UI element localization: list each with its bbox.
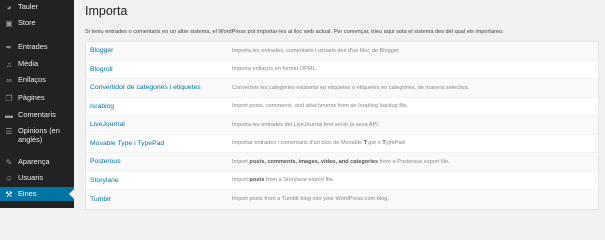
wrench-icon: ⚒ [5, 190, 13, 199]
importer-link[interactable]: Posterous [86, 158, 232, 165]
sidebar-item-label: Opinions (en anglès) [18, 126, 60, 144]
table-row: Movable Type i TypePad Importar entrades … [86, 135, 598, 153]
users-icon: ☺ [4, 174, 14, 183]
store-icon: ▣ [5, 19, 13, 28]
media-icon: ♫ [6, 60, 12, 69]
sidebar-item-label: Entrades [18, 42, 48, 51]
importer-link[interactable]: Movable Type i TypePad [86, 140, 232, 147]
importer-description: Importar entrades i comentaris d'un bloc… [232, 140, 405, 147]
sidebar-item-label: Mèdia [18, 59, 39, 68]
sidebar-item-label: Store [18, 18, 36, 27]
table-row: Posterous Import posts, comments, images,… [86, 153, 598, 172]
sidebar-item-eines[interactable]: ⚒ Eines [0, 187, 74, 201]
table-row: Tumblr Import posts from a Tumblr blog in… [86, 190, 598, 209]
importer-link[interactable]: Israblog [86, 103, 232, 110]
page-title: Importa [85, 4, 128, 18]
table-row: Blogger Importa les entrades, comentaris … [86, 42, 598, 61]
pages-icon: ❐ [5, 94, 13, 103]
sidebar-item-label: Eines [18, 189, 37, 198]
importer-link[interactable]: Convertidor de categories i etiquetes [86, 84, 232, 91]
importer-description: Converteix les categories existents en e… [232, 84, 470, 91]
admin-sidebar: ◕ Tauler ▣ Store ✒ Entrades ♫ Mèdia ∞ Enllaços ❐ Pà… [0, 0, 74, 208]
sidebar-item-tauler[interactable]: ◕ Tauler [0, 2, 74, 12]
sidebar-item-label: Tauler [18, 2, 39, 11]
importers-table: Blogger Importa les entrades, comentaris … [85, 41, 599, 210]
pin-icon: ✒ [5, 43, 13, 52]
sidebar-item-pagines[interactable]: ❐ Pàgines [0, 93, 74, 103]
importer-description: Import posts from a Storylane export fil… [232, 177, 335, 184]
opinions-icon: ☰ [5, 127, 13, 136]
sidebar-item-comentaris[interactable]: ▬ Comentaris [0, 110, 74, 120]
sidebar-item-entrades[interactable]: ✒ Entrades [0, 42, 74, 52]
table-row: Blogroll Importa enllaços en format OPML. [86, 61, 598, 79]
sidebar-item-label: Pàgines [18, 93, 45, 102]
importer-description: Importa les entrades, comentaris i usuar… [232, 47, 401, 54]
table-row: Storylane Import posts from a Storylane e… [86, 172, 598, 190]
intro-text: Si teniu entrades o comentaris en un alt… [85, 29, 504, 35]
sidebar-item-label: Enllaços [18, 75, 46, 84]
brush-icon: ✎ [5, 158, 13, 167]
importer-description: Import posts, comments, and attachments … [232, 103, 408, 110]
importer-description: Import posts from a Tumblr blog into you… [232, 196, 389, 203]
importer-link[interactable]: Blogger [86, 47, 232, 54]
sidebar-item-opinions[interactable]: ☰ Opinions (en anglès) [0, 126, 74, 145]
table-row: Israblog Import posts, comments, and atta… [86, 98, 598, 116]
importer-link[interactable]: Blogroll [86, 66, 232, 73]
importer-link[interactable]: LiveJournal [86, 121, 232, 128]
importer-description: Importa enllaços en format OPML. [232, 66, 318, 73]
table-row: Convertidor de categories i etiquetes Con… [86, 79, 598, 98]
sidebar-item-usuaris[interactable]: ☺ Usuaris [0, 173, 74, 183]
comments-icon: ▬ [5, 111, 13, 120]
link-icon: ∞ [6, 76, 12, 85]
sidebar-item-enllacos[interactable]: ∞ Enllaços [0, 75, 74, 85]
sidebar-item-store[interactable]: ▣ Store [0, 18, 74, 28]
importer-description: Import posts, comments, images, video, a… [232, 158, 450, 165]
sidebar-item-media[interactable]: ♫ Mèdia [0, 59, 74, 69]
sidebar-item-label: Aparença [18, 157, 50, 166]
importer-link[interactable]: Tumblr [86, 196, 232, 203]
sidebar-item-label: Usuaris [18, 173, 44, 182]
importer-link[interactable]: Storylane [86, 177, 232, 184]
table-row: LiveJournal Importa les entrades del Live… [86, 116, 598, 135]
sidebar-item-label: Comentaris [18, 110, 56, 119]
sidebar-item-aparenca[interactable]: ✎ Aparença [0, 157, 74, 167]
dashboard-icon: ◕ [6, 3, 12, 12]
main-content: Importa Si teniu entrades o comentaris e… [74, 0, 605, 210]
importer-description: Importa les entrades del LiveJournal fen… [232, 121, 380, 128]
